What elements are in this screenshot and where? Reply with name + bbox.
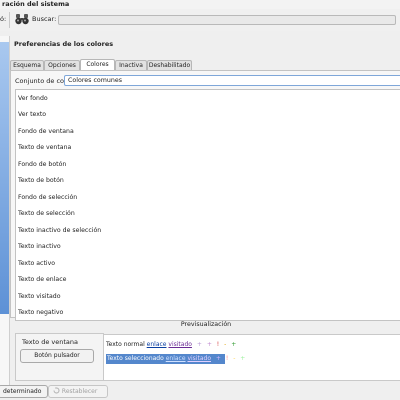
preview-normal-text: Texto normal <box>106 341 145 348</box>
preview-link: enlace <box>146 341 167 348</box>
color-role-list: Ver fondo Ver texto Fondo de ventana Tex… <box>15 89 400 321</box>
window-title: ración del sistema <box>0 0 400 9</box>
tab-inactiva[interactable]: Inactiva <box>115 60 147 70</box>
toolbar: ó: Buscar: <box>0 9 400 31</box>
list-item[interactable]: Texto de enlace <box>18 274 66 286</box>
list-item[interactable]: Fondo de selección <box>18 192 77 204</box>
binoculars-icon <box>15 14 29 25</box>
preview-selected-line: Texto seleccionado enlace visitado + ! -… <box>106 354 245 364</box>
preview-title: Previsualización <box>180 321 232 328</box>
tab-deshabilitado[interactable]: Deshabilitado <box>147 60 192 70</box>
reset-button[interactable]: Restablecer <box>48 385 108 398</box>
preview-marker: + <box>231 341 237 348</box>
reset-icon <box>53 387 60 394</box>
module-list-selected-item[interactable] <box>0 42 9 314</box>
preview-window: Texto de ventana Botón pulsador <box>15 333 104 381</box>
reset-button-label: Restablecer <box>61 388 98 395</box>
colors-panel: Conjunto de color: Colores comunes Ver f… <box>10 70 400 321</box>
page-title: Preferencias de los colores <box>14 40 114 48</box>
preview-normal-line: Texto normal enlace visitado + + ! - + <box>106 340 236 350</box>
preview-marker: - <box>224 341 227 348</box>
preview-marker: + <box>206 341 212 348</box>
preview-selected-link: enlace <box>165 355 186 362</box>
preview-selected-text: Texto seleccionado <box>107 355 164 362</box>
tab-esquema[interactable]: Esquema <box>10 60 44 70</box>
preview-marker: + <box>215 355 221 362</box>
preview-push-button[interactable]: Botón pulsador <box>20 349 94 363</box>
list-item[interactable]: Texto de ventana <box>18 142 71 154</box>
list-item[interactable]: Texto de botón <box>18 175 64 187</box>
toolbar-separator <box>9 12 10 28</box>
back-fragment[interactable]: ó: <box>0 12 6 26</box>
list-item[interactable]: Ver texto <box>18 109 46 121</box>
defaults-button-label: determinado <box>3 388 42 395</box>
module-list <box>0 36 10 386</box>
list-item[interactable]: Fondo de botón <box>18 159 66 171</box>
preview-window-text: Texto de ventana <box>22 338 78 346</box>
preview-marker: ! <box>225 355 229 362</box>
preview-marker: ! <box>216 341 220 348</box>
list-item[interactable]: Texto negativo <box>18 307 63 319</box>
color-scheme-select[interactable]: Colores comunes <box>64 75 400 86</box>
preview-marker: - <box>233 355 236 362</box>
preview-marker: + <box>240 355 246 362</box>
list-item[interactable]: Texto visitado <box>18 291 61 303</box>
search-label: Buscar: <box>32 15 57 23</box>
preview-selected-visited: visitado <box>187 355 211 362</box>
tab-opciones[interactable]: Opciones <box>44 60 80 70</box>
list-item[interactable]: Ver fondo <box>18 93 48 105</box>
list-item[interactable]: Texto de selección <box>18 208 75 220</box>
search-input[interactable] <box>58 15 396 25</box>
preview-visited-link: visitado <box>168 341 192 348</box>
preview-text-area: Texto normal enlace visitado + + ! - + T… <box>103 334 400 381</box>
list-item[interactable]: Texto inactivo de selección <box>18 225 101 237</box>
list-item[interactable]: Fondo de ventana <box>18 126 74 138</box>
tab-colores[interactable]: Colores <box>80 59 115 70</box>
preview-marker: + <box>196 341 202 348</box>
list-item[interactable]: Texto inactivo <box>18 241 61 253</box>
list-item[interactable]: Texto activo <box>18 258 55 270</box>
bottom-bar: determinado Restablecer <box>0 385 400 400</box>
defaults-button[interactable]: determinado <box>0 385 48 398</box>
